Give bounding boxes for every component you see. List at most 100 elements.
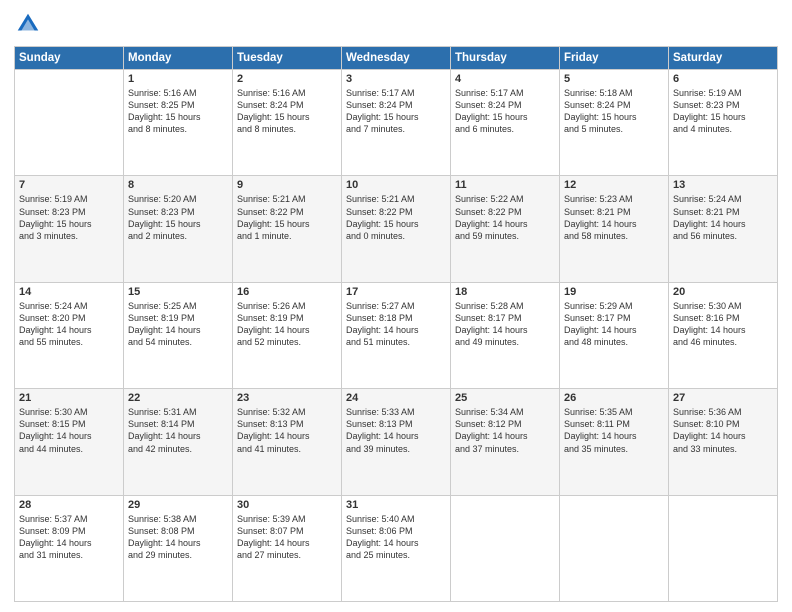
day-number: 6 (673, 73, 773, 85)
day-info: Sunrise: 5:18 AM Sunset: 8:24 PM Dayligh… (564, 87, 664, 136)
day-cell: 11 Sunrise: 5:22 AM Sunset: 8:22 PM Dayli… (451, 176, 560, 282)
day-number: 1 (128, 73, 228, 85)
day-info: Sunrise: 5:27 AM Sunset: 8:18 PM Dayligh… (346, 300, 446, 349)
day-cell: 16 Sunrise: 5:26 AM Sunset: 8:19 PM Dayli… (233, 282, 342, 388)
day-cell (669, 495, 778, 601)
day-info: Sunrise: 5:39 AM Sunset: 8:07 PM Dayligh… (237, 513, 337, 562)
day-number: 24 (346, 392, 446, 404)
day-cell: 26 Sunrise: 5:35 AM Sunset: 8:11 PM Dayli… (560, 389, 669, 495)
day-number: 30 (237, 499, 337, 511)
day-cell: 1 Sunrise: 5:16 AM Sunset: 8:25 PM Daylig… (124, 70, 233, 176)
day-info: Sunrise: 5:22 AM Sunset: 8:22 PM Dayligh… (455, 193, 555, 242)
day-info: Sunrise: 5:31 AM Sunset: 8:14 PM Dayligh… (128, 406, 228, 455)
day-cell: 8 Sunrise: 5:20 AM Sunset: 8:23 PM Daylig… (124, 176, 233, 282)
week-row-2: 7 Sunrise: 5:19 AM Sunset: 8:23 PM Daylig… (15, 176, 778, 282)
day-cell: 27Sunrise: 5:36 AM Sunset: 8:10 PM Dayli… (669, 389, 778, 495)
weekday-header-saturday: Saturday (669, 47, 778, 70)
day-cell: 20Sunrise: 5:30 AM Sunset: 8:16 PM Dayli… (669, 282, 778, 388)
day-number: 7 (19, 179, 119, 191)
day-number: 13 (673, 179, 773, 191)
day-cell: 29Sunrise: 5:38 AM Sunset: 8:08 PM Dayli… (124, 495, 233, 601)
day-number: 18 (455, 286, 555, 298)
day-info: Sunrise: 5:16 AM Sunset: 8:25 PM Dayligh… (128, 87, 228, 136)
day-cell: 19 Sunrise: 5:29 AM Sunset: 8:17 PM Dayli… (560, 282, 669, 388)
day-number: 22 (128, 392, 228, 404)
week-row-5: 28Sunrise: 5:37 AM Sunset: 8:09 PM Dayli… (15, 495, 778, 601)
day-number: 3 (346, 73, 446, 85)
weekday-header-friday: Friday (560, 47, 669, 70)
day-info: Sunrise: 5:32 AM Sunset: 8:13 PM Dayligh… (237, 406, 337, 455)
day-info: Sunrise: 5:35 AM Sunset: 8:11 PM Dayligh… (564, 406, 664, 455)
day-info: Sunrise: 5:33 AM Sunset: 8:13 PM Dayligh… (346, 406, 446, 455)
day-info: Sunrise: 5:19 AM Sunset: 8:23 PM Dayligh… (19, 193, 119, 242)
weekday-header-sunday: Sunday (15, 47, 124, 70)
day-info: Sunrise: 5:21 AM Sunset: 8:22 PM Dayligh… (346, 193, 446, 242)
day-info: Sunrise: 5:17 AM Sunset: 8:24 PM Dayligh… (455, 87, 555, 136)
day-cell: 14 Sunrise: 5:24 AM Sunset: 8:20 PM Dayli… (15, 282, 124, 388)
day-cell: 12Sunrise: 5:23 AM Sunset: 8:21 PM Dayli… (560, 176, 669, 282)
day-number: 19 (564, 286, 664, 298)
day-cell: 15 Sunrise: 5:25 AM Sunset: 8:19 PM Dayli… (124, 282, 233, 388)
weekday-header-wednesday: Wednesday (342, 47, 451, 70)
day-cell: 7 Sunrise: 5:19 AM Sunset: 8:23 PM Daylig… (15, 176, 124, 282)
day-number: 8 (128, 179, 228, 191)
day-number: 20 (673, 286, 773, 298)
day-cell: 17 Sunrise: 5:27 AM Sunset: 8:18 PM Dayli… (342, 282, 451, 388)
day-cell: 9Sunrise: 5:21 AM Sunset: 8:22 PM Daylig… (233, 176, 342, 282)
week-row-3: 14 Sunrise: 5:24 AM Sunset: 8:20 PM Dayli… (15, 282, 778, 388)
day-cell: 18 Sunrise: 5:28 AM Sunset: 8:17 PM Dayli… (451, 282, 560, 388)
day-info: Sunrise: 5:20 AM Sunset: 8:23 PM Dayligh… (128, 193, 228, 242)
day-cell: 3 Sunrise: 5:17 AM Sunset: 8:24 PM Daylig… (342, 70, 451, 176)
day-cell: 21 Sunrise: 5:30 AM Sunset: 8:15 PM Dayli… (15, 389, 124, 495)
calendar-page: SundayMondayTuesdayWednesdayThursdayFrid… (0, 0, 792, 612)
day-number: 17 (346, 286, 446, 298)
day-info: Sunrise: 5:23 AM Sunset: 8:21 PM Dayligh… (564, 193, 664, 242)
weekday-header-thursday: Thursday (451, 47, 560, 70)
day-info: Sunrise: 5:28 AM Sunset: 8:17 PM Dayligh… (455, 300, 555, 349)
day-cell: 13Sunrise: 5:24 AM Sunset: 8:21 PM Dayli… (669, 176, 778, 282)
day-info: Sunrise: 5:29 AM Sunset: 8:17 PM Dayligh… (564, 300, 664, 349)
day-cell (451, 495, 560, 601)
day-number: 14 (19, 286, 119, 298)
day-cell: 22 Sunrise: 5:31 AM Sunset: 8:14 PM Dayli… (124, 389, 233, 495)
day-number: 29 (128, 499, 228, 511)
day-info: Sunrise: 5:36 AM Sunset: 8:10 PM Dayligh… (673, 406, 773, 455)
day-info: Sunrise: 5:30 AM Sunset: 8:15 PM Dayligh… (19, 406, 119, 455)
header (14, 10, 778, 38)
day-cell: 25 Sunrise: 5:34 AM Sunset: 8:12 PM Dayli… (451, 389, 560, 495)
day-cell: 6 Sunrise: 5:19 AM Sunset: 8:23 PM Daylig… (669, 70, 778, 176)
day-info: Sunrise: 5:24 AM Sunset: 8:20 PM Dayligh… (19, 300, 119, 349)
day-number: 25 (455, 392, 555, 404)
day-cell: 2Sunrise: 5:16 AM Sunset: 8:24 PM Daylig… (233, 70, 342, 176)
day-cell: 5 Sunrise: 5:18 AM Sunset: 8:24 PM Daylig… (560, 70, 669, 176)
weekday-header-monday: Monday (124, 47, 233, 70)
weekday-header-row: SundayMondayTuesdayWednesdayThursdayFrid… (15, 47, 778, 70)
day-info: Sunrise: 5:26 AM Sunset: 8:19 PM Dayligh… (237, 300, 337, 349)
week-row-1: 1 Sunrise: 5:16 AM Sunset: 8:25 PM Daylig… (15, 70, 778, 176)
day-info: Sunrise: 5:40 AM Sunset: 8:06 PM Dayligh… (346, 513, 446, 562)
logo (14, 10, 46, 38)
day-number: 5 (564, 73, 664, 85)
day-number: 16 (237, 286, 337, 298)
day-info: Sunrise: 5:17 AM Sunset: 8:24 PM Dayligh… (346, 87, 446, 136)
day-cell: 24 Sunrise: 5:33 AM Sunset: 8:13 PM Dayli… (342, 389, 451, 495)
day-number: 23 (237, 392, 337, 404)
day-number: 21 (19, 392, 119, 404)
day-info: Sunrise: 5:34 AM Sunset: 8:12 PM Dayligh… (455, 406, 555, 455)
weekday-header-tuesday: Tuesday (233, 47, 342, 70)
day-cell: 23 Sunrise: 5:32 AM Sunset: 8:13 PM Dayli… (233, 389, 342, 495)
calendar-table: SundayMondayTuesdayWednesdayThursdayFrid… (14, 46, 778, 602)
day-info: Sunrise: 5:19 AM Sunset: 8:23 PM Dayligh… (673, 87, 773, 136)
day-number: 9 (237, 179, 337, 191)
day-number: 15 (128, 286, 228, 298)
week-row-4: 21 Sunrise: 5:30 AM Sunset: 8:15 PM Dayli… (15, 389, 778, 495)
day-cell: 31 Sunrise: 5:40 AM Sunset: 8:06 PM Dayli… (342, 495, 451, 601)
day-number: 11 (455, 179, 555, 191)
day-number: 26 (564, 392, 664, 404)
day-number: 31 (346, 499, 446, 511)
day-number: 28 (19, 499, 119, 511)
day-cell: 4Sunrise: 5:17 AM Sunset: 8:24 PM Daylig… (451, 70, 560, 176)
day-number: 2 (237, 73, 337, 85)
day-info: Sunrise: 5:25 AM Sunset: 8:19 PM Dayligh… (128, 300, 228, 349)
day-cell: 30 Sunrise: 5:39 AM Sunset: 8:07 PM Dayli… (233, 495, 342, 601)
